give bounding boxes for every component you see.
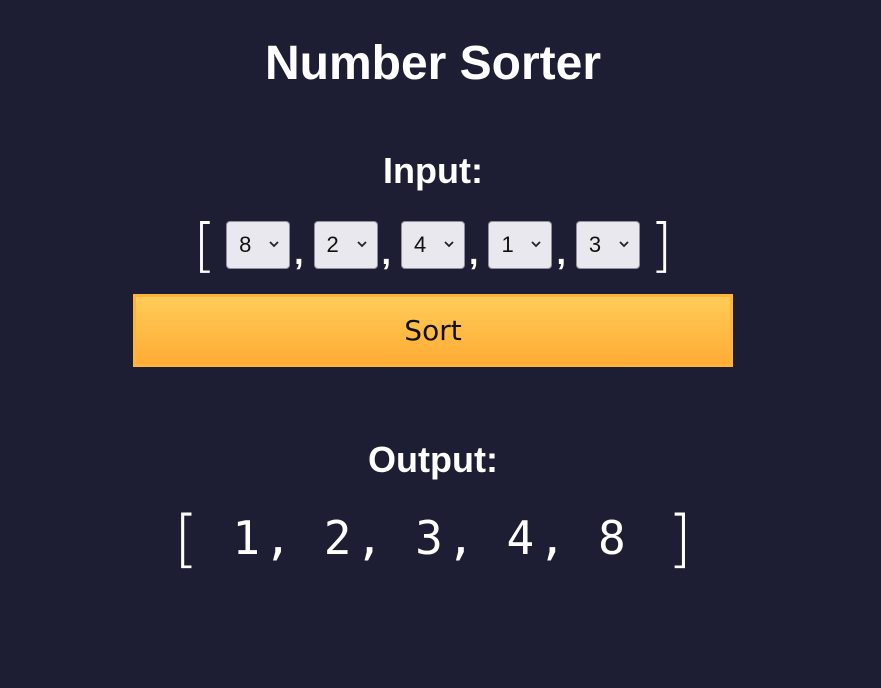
output-open-bracket: [ (174, 501, 199, 575)
input-comma: , (556, 234, 566, 272)
select-value: 2 (326, 232, 339, 257)
chevron-down-icon (531, 241, 542, 248)
number-select-1[interactable]: 8 (226, 221, 291, 269)
select-value: 1 (501, 232, 514, 257)
output-value: 8 (597, 511, 626, 565)
input-array: [ 8 , 2 , 4 , 1 , 3 ] (0, 214, 866, 276)
number-select-5[interactable]: 3 (575, 221, 640, 269)
number-select-2[interactable]: 2 (313, 221, 378, 269)
output-comma: , (355, 511, 384, 565)
chevron-down-icon (269, 241, 279, 248)
input-label: Input: (383, 150, 483, 191)
page-title: Number Sorter (264, 37, 602, 90)
output-close-bracket: ] (667, 501, 692, 575)
input-close-bracket: ] (649, 211, 673, 279)
select-value: 3 (588, 232, 602, 257)
number-sorter-page: Number Sorter Input: [ 8 , 2 , 4 , 1 , 3… (0, 0, 881, 688)
output-array: [ 1, 2, 3, 4, 8 ] (0, 501, 866, 575)
output-comma: , (264, 511, 292, 565)
output-value: 3 (415, 511, 443, 565)
number-select-3[interactable]: 4 (401, 221, 465, 269)
input-open-bracket: [ (193, 211, 217, 279)
input-comma: , (469, 234, 479, 272)
input-comma: , (381, 234, 391, 272)
output-value: 2 (323, 511, 352, 565)
output-comma: , (446, 511, 475, 565)
output-value: 4 (506, 511, 535, 565)
output-label: Output: (368, 439, 498, 480)
chevron-down-icon (356, 241, 367, 248)
chevron-down-icon (619, 241, 629, 248)
sort-button[interactable]: Sort (133, 294, 733, 367)
sort-button-label: Sort (404, 314, 462, 347)
number-select-4[interactable]: 1 (488, 221, 553, 269)
select-value: 4 (414, 232, 427, 257)
output-comma: , (538, 511, 566, 565)
output-value: 1 (232, 511, 261, 565)
chevron-down-icon (444, 241, 454, 248)
select-value: 8 (239, 232, 252, 257)
input-comma: , (294, 234, 304, 272)
